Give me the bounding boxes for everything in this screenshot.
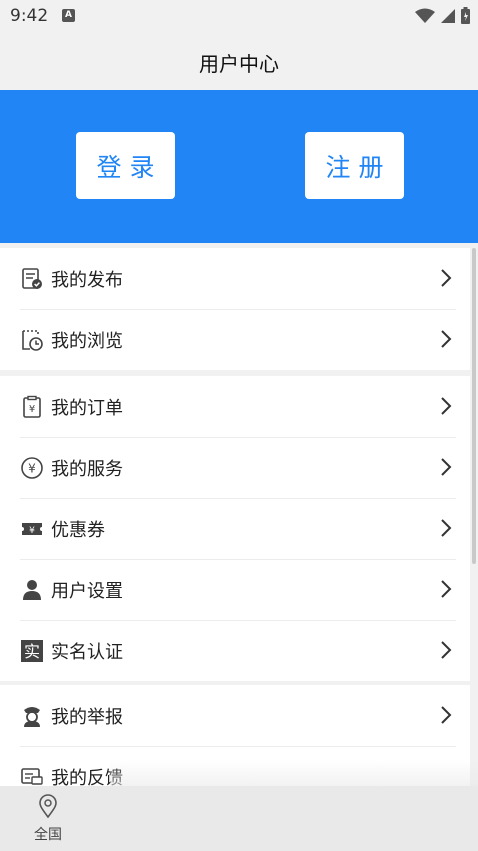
real-name-icon: 实 <box>21 640 43 662</box>
svg-text:¥: ¥ <box>29 526 35 536</box>
notification-icon: A <box>62 9 75 22</box>
svg-text:¥: ¥ <box>29 404 35 415</box>
menu-item-user-settings[interactable]: 用户设置 <box>0 559 470 620</box>
menu-item-label: 用户设置 <box>51 581 123 602</box>
menu-group-2: ¥ 我的订单 ¥ 我的服务 ¥ 优惠券 用户设置 实 实名认证 <box>0 376 470 681</box>
coupon-icon: ¥ <box>22 523 42 536</box>
police-icon <box>24 707 40 727</box>
chevron-right-icon <box>441 519 452 537</box>
status-indicators <box>415 7 470 24</box>
menu-item-label: 我的发布 <box>51 270 123 291</box>
title-bar: 用户中心 <box>0 32 478 90</box>
login-button[interactable]: 登录 <box>76 132 175 199</box>
signal-icon <box>441 8 455 23</box>
menu-item-label: 我的举报 <box>51 707 123 728</box>
wifi-icon <box>415 8 435 23</box>
menu-group-1: 我的发布 我的浏览 <box>0 248 470 370</box>
real-name-icon-glyph: 实 <box>24 642 40 661</box>
menu-item-label: 我的浏览 <box>51 331 123 352</box>
yuan-coin-icon: ¥ <box>21 457 43 479</box>
chevron-right-icon <box>441 641 452 659</box>
battery-icon <box>461 7 470 24</box>
history-clock-icon <box>22 330 43 351</box>
user-icon <box>23 580 41 600</box>
menu-item-my-orders[interactable]: ¥ 我的订单 <box>0 376 470 437</box>
menu-item-real-name[interactable]: 实 实名认证 <box>0 620 470 681</box>
nav-item-region[interactable]: 全国 <box>26 794 70 844</box>
chevron-right-icon <box>441 706 452 724</box>
chevron-right-icon <box>441 330 452 348</box>
menu-item-label: 优惠券 <box>51 520 105 541</box>
status-time: 9:42 <box>10 6 49 26</box>
register-button[interactable]: 注册 <box>305 132 404 199</box>
page-title: 用户中心 <box>199 52 279 76</box>
menu-item-label: 实名认证 <box>51 642 123 663</box>
nav-item-label: 全国 <box>34 827 62 843</box>
chevron-right-icon <box>441 580 452 598</box>
chevron-right-icon <box>441 269 452 287</box>
menu-item-my-history[interactable]: 我的浏览 <box>0 309 470 370</box>
menu-item-my-publish[interactable]: 我的发布 <box>0 248 470 309</box>
hero-banner: 登录 注册 <box>0 90 478 243</box>
publish-doc-icon <box>22 268 42 289</box>
menu-item-label: 我的订单 <box>51 398 123 419</box>
scrollbar[interactable] <box>472 248 476 564</box>
menu-item-coupons[interactable]: ¥ 优惠券 <box>0 498 470 559</box>
status-bar: 9:42 A <box>0 0 478 32</box>
svg-text:¥: ¥ <box>28 462 36 476</box>
chevron-right-icon <box>441 458 452 476</box>
chevron-right-icon <box>441 397 452 415</box>
menu-item-label: 我的服务 <box>51 459 123 480</box>
location-pin-icon <box>39 794 57 819</box>
menu-item-my-services[interactable]: ¥ 我的服务 <box>0 437 470 498</box>
order-clipboard-icon: ¥ <box>23 395 41 418</box>
menu-item-my-reports[interactable]: 我的举报 <box>0 685 470 746</box>
bottom-nav: 全国 <box>0 786 478 851</box>
